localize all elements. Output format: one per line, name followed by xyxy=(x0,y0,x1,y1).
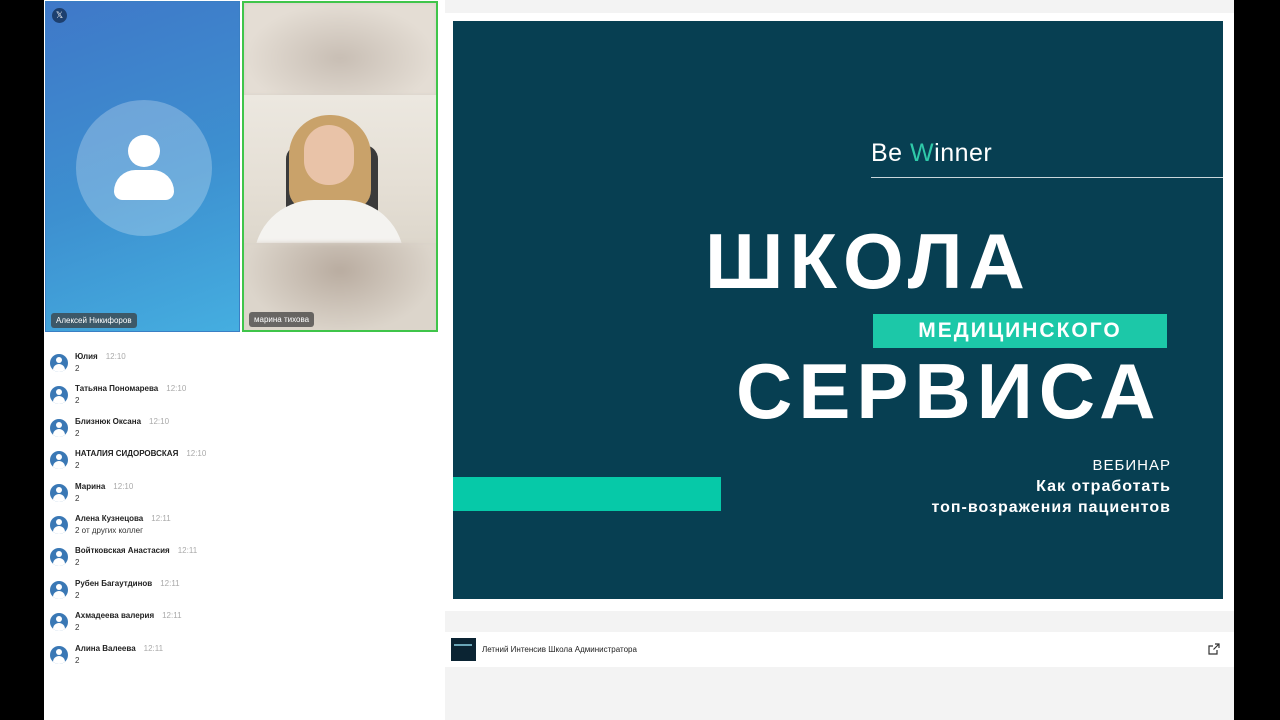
avatar-body xyxy=(114,170,174,200)
user-avatar-icon xyxy=(50,483,68,502)
chat-author: Близнюк Оксана 12:10 xyxy=(75,416,170,426)
chat-message: Юлия 12:10 2 xyxy=(50,350,430,382)
chat-list[interactable]: Юлия 12:10 2 Татьяна Пономарева 12:10 2 Близню… xyxy=(50,350,430,674)
slide-title-line2: СЕРВИСА xyxy=(736,347,1162,435)
avatar xyxy=(76,100,212,236)
chat-text: 2 xyxy=(75,655,80,665)
chat-author: Алина Валеева 12:11 xyxy=(75,643,164,653)
chat-text: 2 xyxy=(75,364,80,373)
chat-author: Юлия 12:10 xyxy=(75,352,126,361)
conference-app: 𝕏 Алексей Никифоров марина тихова Юлия 12… xyxy=(44,0,1234,720)
accent-bar xyxy=(453,477,721,511)
chat-time: 12:10 xyxy=(186,449,207,459)
user-avatar-icon xyxy=(50,354,68,372)
user-avatar-icon xyxy=(50,548,68,567)
user-avatar-icon xyxy=(50,515,68,534)
participant-name: Алексей Никифоров xyxy=(51,313,137,328)
user-avatar-icon xyxy=(50,645,68,664)
webinar-topic-line2: топ-возражения пациентов xyxy=(931,499,1171,516)
chat-author: Татьяна Пономарева 12:10 xyxy=(75,384,187,394)
chat-message: Ахмадеева валерия 12:11 2 xyxy=(50,609,430,641)
chat-time: 12:11 xyxy=(162,611,182,621)
presentation-panel: Be Winner ШКОЛА МЕДИЦИНСКОГО СЕРВИСА ВЕБ… xyxy=(445,0,1234,720)
chat-author: Алена Кузнецова 12:11 xyxy=(75,513,171,523)
brand-divider xyxy=(871,177,1223,178)
chat-message: Алена Кузнецова 12:11 2 от других коллег xyxy=(50,512,430,544)
chat-author: Марина 12:10 xyxy=(75,481,134,491)
chat-author: НАТАЛИЯ СИДОРОВСКАЯ 12:10 xyxy=(75,449,207,459)
slide-title-line1: ШКОЛА xyxy=(705,217,1031,305)
user-avatar-icon xyxy=(50,613,68,632)
chat-time: 12:11 xyxy=(143,643,164,653)
chat-message: Близнюк Оксана 12:10 2 xyxy=(50,415,430,447)
chat-time: 12:10 xyxy=(113,481,134,491)
webinar-topic-line1: Как отработать xyxy=(1036,478,1171,495)
link-bar[interactable]: Летний Интенсив Школа Администратора xyxy=(445,632,1234,667)
chat-text: 2 xyxy=(75,590,80,600)
webinar-label: ВЕБИНАР xyxy=(1092,457,1171,474)
chat-author: Ахмадеева валерия 12:11 xyxy=(75,611,182,621)
chat-message: Марина 12:10 2 xyxy=(50,480,430,512)
chat-time: 12:11 xyxy=(177,546,198,556)
chat-time: 12:10 xyxy=(105,352,126,361)
link-title[interactable]: Летний Интенсив Школа Администратора xyxy=(482,645,637,654)
user-avatar-icon xyxy=(50,418,68,437)
slide-frame: Be Winner ШКОЛА МЕДИЦИНСКОГО СЕРВИСА ВЕБ… xyxy=(445,13,1234,611)
participant-name: марина тихова xyxy=(249,312,315,327)
chat-text: 2 xyxy=(75,461,80,471)
video-blur-top xyxy=(244,3,436,95)
chat-author: Войтковская Анастасия 12:11 xyxy=(75,546,198,556)
chat-time: 12:11 xyxy=(160,578,180,588)
chat-text: 2 от других коллег xyxy=(75,525,144,535)
avatar-head xyxy=(128,135,160,167)
user-avatar-icon xyxy=(50,386,68,405)
brand-logo: Be Winner xyxy=(871,139,993,167)
chat-message: Татьяна Пономарева 12:10 2 xyxy=(50,382,430,414)
chat-text: 2 xyxy=(75,428,80,438)
chat-text: 2 xyxy=(75,623,80,633)
user-avatar-icon xyxy=(50,451,68,470)
chat-time: 12:10 xyxy=(166,384,187,394)
chat-text: 2 xyxy=(75,396,80,406)
chat-message: Войтковская Анастасия 12:11 2 xyxy=(50,544,430,576)
face xyxy=(304,125,354,185)
chat-message: Алина Валеева 12:11 2 xyxy=(50,642,430,674)
chat-text: 2 xyxy=(75,493,80,503)
external-link-icon[interactable] xyxy=(1208,643,1220,655)
shirt xyxy=(254,200,404,243)
slide: Be Winner ШКОЛА МЕДИЦИНСКОГО СЕРВИСА ВЕБ… xyxy=(453,21,1223,599)
chat-time: 12:10 xyxy=(149,416,170,426)
participant-tile[interactable]: 𝕏 Алексей Никифоров xyxy=(45,1,240,332)
chat-message: НАТАЛИЯ СИДОРОВСКАЯ 12:10 2 xyxy=(50,447,430,479)
video-feed xyxy=(244,95,436,243)
slide-highlight: МЕДИЦИНСКОГО xyxy=(873,314,1167,348)
participant-video-tile[interactable]: марина тихова xyxy=(242,1,438,332)
user-avatar-icon xyxy=(50,580,68,599)
chat-author: Рубен Багаутдинов 12:11 xyxy=(75,578,180,588)
link-thumbnail xyxy=(451,638,476,661)
participant-badge-icon: 𝕏 xyxy=(52,8,67,23)
chat-message: Рубен Багаутдинов 12:11 2 xyxy=(50,577,430,609)
chat-time: 12:11 xyxy=(151,513,171,523)
chat-text: 2 xyxy=(75,558,80,568)
